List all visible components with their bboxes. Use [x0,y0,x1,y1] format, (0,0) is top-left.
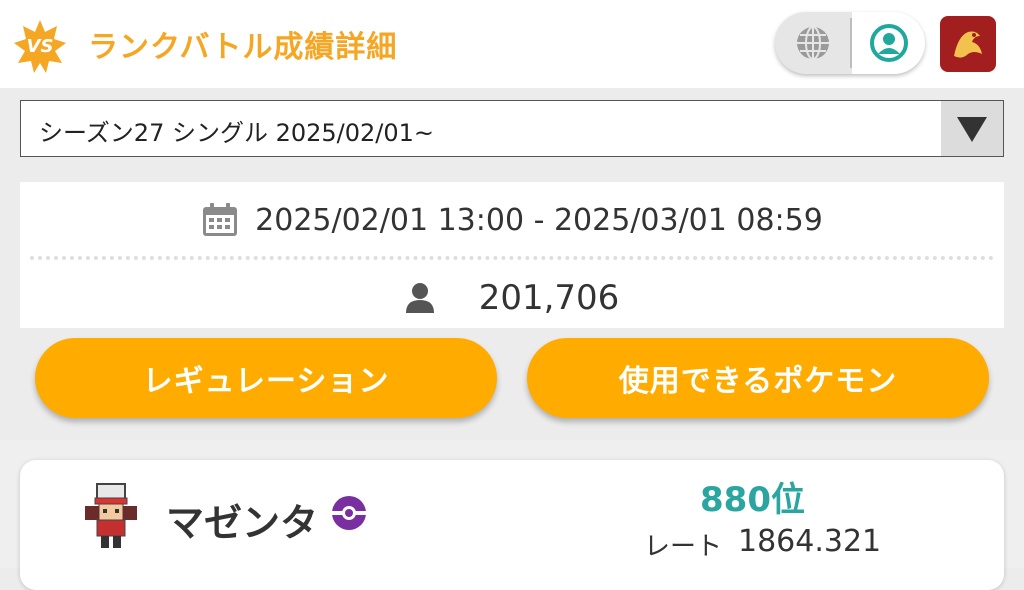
player-rank: 880位 [700,480,805,520]
account-button[interactable] [852,12,925,74]
divider [30,256,994,260]
vs-badge-icon: VS [12,18,68,74]
dragon-emblem-icon [954,31,982,58]
account-icon [869,24,908,62]
globe-icon [797,26,829,60]
calendar-icon [203,203,238,236]
dropdown-arrow-button[interactable] [941,101,1003,156]
page-title: ランクバトル成績詳細 [88,30,398,65]
header: VS ランクバトル成績詳細 [0,0,1024,88]
trainer-avatar-icon [75,480,147,552]
usable-pokemon-button[interactable]: 使用できるポケモン [527,338,989,418]
player-name: マゼンタ [166,501,319,545]
rate-value: 1864.321 [738,524,882,559]
player-count: 201,706 [478,278,620,318]
player-count-row: 201,706 [20,278,1004,318]
person-icon [405,283,434,313]
player-card[interactable]: マゼンタ 880位 レート 1864.321 [20,460,1004,590]
regulation-button[interactable]: レギュレーション [35,338,497,418]
season-date-range: 2025/02/01 13:00 - 2025/03/01 08:59 [255,202,823,238]
master-ball-icon [332,496,366,530]
date-range-row: 2025/02/01 13:00 - 2025/03/01 08:59 [20,200,1004,240]
view-toggle [775,12,925,74]
season-select-value: シーズン27 シングル 2025/02/01~ [39,119,435,147]
season-select[interactable]: シーズン27 シングル 2025/02/01~ [20,100,1004,157]
season-info-panel: 2025/02/01 13:00 - 2025/03/01 08:59 201,… [20,182,1004,328]
chevron-down-icon [957,116,987,142]
app-icon[interactable] [940,16,996,72]
globe-button[interactable] [775,12,851,74]
rate-label: レート [644,532,723,562]
vs-badge-text: VS [26,35,54,57]
